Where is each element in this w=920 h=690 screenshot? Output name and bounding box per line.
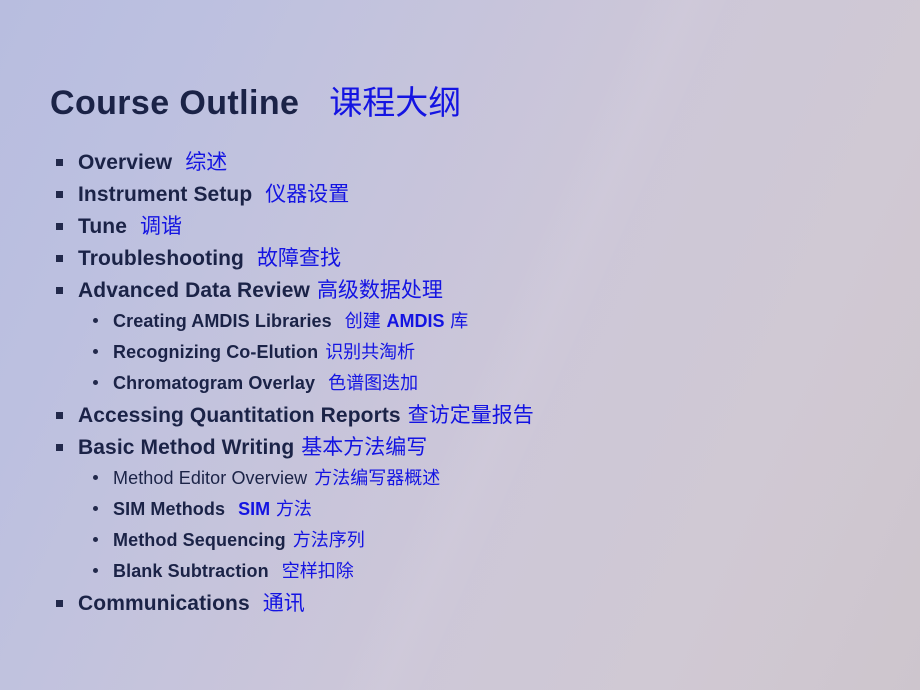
outline-item-chinese: 查访定量报告 bbox=[407, 403, 534, 427]
square-bullet-icon bbox=[56, 287, 63, 294]
outline-list: Overview 综述 Instrument Setup 仪器设置 Tune 调谐 Trou… bbox=[0, 146, 920, 619]
square-bullet-icon bbox=[56, 255, 63, 262]
outline-item-english: Method Sequencing bbox=[113, 530, 286, 550]
outline-item-level1: Advanced Data Review 高级数据处理 bbox=[0, 274, 920, 306]
chinese-prefix: 创建 bbox=[344, 311, 387, 332]
outline-item-english: Communications bbox=[78, 592, 250, 615]
outline-item-level2: Method Editor Overview 方法编写器概述 bbox=[0, 463, 920, 494]
outline-item-chinese: 方法序列 bbox=[292, 530, 365, 551]
outline-item-level1: Accessing Quantitation Reports 查访定量报告 bbox=[0, 399, 920, 431]
outline-item-chinese: 基本方法编写 bbox=[301, 435, 428, 459]
outline-item-chinese: 综述 bbox=[185, 150, 228, 174]
outline-item-chinese: 故障查找 bbox=[256, 246, 341, 270]
outline-item-level1: Overview 综述 bbox=[0, 146, 920, 178]
outline-item-level2: SIM Methods SIM 方法 bbox=[0, 494, 920, 525]
square-bullet-icon bbox=[56, 600, 63, 607]
outline-item-english: Chromatogram Overlay bbox=[113, 373, 316, 393]
round-bullet-icon bbox=[93, 380, 98, 385]
outline-item-chinese: 方法编写器概述 bbox=[314, 468, 441, 489]
outline-item-english: Blank Subtraction bbox=[113, 561, 269, 581]
outline-item-english: Basic Method Writing bbox=[78, 436, 295, 459]
outline-item-chinese: 识别共淘析 bbox=[325, 342, 416, 363]
square-bullet-icon bbox=[56, 444, 63, 451]
page-title-chinese: 课程大纲 bbox=[329, 83, 462, 122]
round-bullet-icon bbox=[93, 318, 98, 323]
round-bullet-icon bbox=[93, 537, 98, 542]
outline-item-chinese: 高级数据处理 bbox=[316, 278, 443, 302]
outline-item-english: SIM Methods bbox=[113, 499, 226, 519]
outline-item-level2: Creating AMDIS Libraries 创建 AMDIS 库 bbox=[0, 306, 920, 337]
round-bullet-icon bbox=[93, 349, 98, 354]
chinese-suffix: 库 bbox=[444, 311, 469, 332]
chinese-suffix: 方法 bbox=[270, 499, 312, 520]
square-bullet-icon bbox=[56, 223, 63, 230]
outline-item-english: Method Editor Overview bbox=[113, 468, 308, 488]
outline-item-chinese: 仪器设置 bbox=[265, 182, 350, 206]
outline-item-english: Tune bbox=[78, 215, 128, 238]
outline-item-chinese: 色谱图迭加 bbox=[328, 373, 419, 394]
outline-item-chinese: 创建 AMDIS 库 bbox=[345, 311, 468, 332]
round-bullet-icon bbox=[93, 568, 98, 573]
page-title-english: Course Outline bbox=[50, 84, 300, 122]
outline-item-english: Recognizing Co-Elution bbox=[113, 342, 319, 362]
round-bullet-icon bbox=[93, 475, 98, 480]
page-title: Course Outline 课程大纲 bbox=[50, 76, 461, 124]
outline-item-chinese: SIM 方法 bbox=[238, 499, 312, 520]
outline-item-level2: Recognizing Co-Elution 识别共淘析 bbox=[0, 337, 920, 368]
square-bullet-icon bbox=[56, 412, 63, 419]
outline-item-level1: Communications 通讯 bbox=[0, 587, 920, 619]
outline-item-level2: Method Sequencing 方法序列 bbox=[0, 525, 920, 556]
outline-item-level1: Basic Method Writing 基本方法编写 bbox=[0, 431, 920, 463]
outline-item-level1: Tune 调谐 bbox=[0, 210, 920, 242]
outline-item-english: Accessing Quantitation Reports bbox=[78, 404, 401, 427]
outline-item-level2: Chromatogram Overlay 色谱图迭加 bbox=[0, 368, 920, 399]
outline-item-english: Instrument Setup bbox=[78, 183, 253, 206]
outline-item-level1: Troubleshooting 故障查找 bbox=[0, 242, 920, 274]
slide: Course Outline 课程大纲 Overview 综述 Instrument … bbox=[0, 0, 920, 690]
outline-item-level1: Instrument Setup 仪器设置 bbox=[0, 178, 920, 210]
square-bullet-icon bbox=[56, 159, 63, 166]
highlighted-term: SIM bbox=[238, 499, 271, 519]
outline-item-english: Troubleshooting bbox=[78, 247, 244, 270]
outline-item-chinese: 通讯 bbox=[262, 591, 305, 615]
outline-item-chinese: 调谐 bbox=[140, 214, 183, 238]
round-bullet-icon bbox=[93, 506, 98, 511]
slide-content: Course Outline 课程大纲 Overview 综述 Instrument … bbox=[0, 0, 920, 690]
highlighted-term: AMDIS bbox=[386, 311, 445, 331]
outline-item-level2: Blank Subtraction 空样扣除 bbox=[0, 556, 920, 587]
square-bullet-icon bbox=[56, 191, 63, 198]
outline-item-english: Overview bbox=[78, 151, 173, 174]
outline-item-english: Creating AMDIS Libraries bbox=[113, 311, 332, 331]
outline-item-english: Advanced Data Review bbox=[78, 279, 310, 302]
outline-item-chinese: 空样扣除 bbox=[281, 561, 354, 582]
